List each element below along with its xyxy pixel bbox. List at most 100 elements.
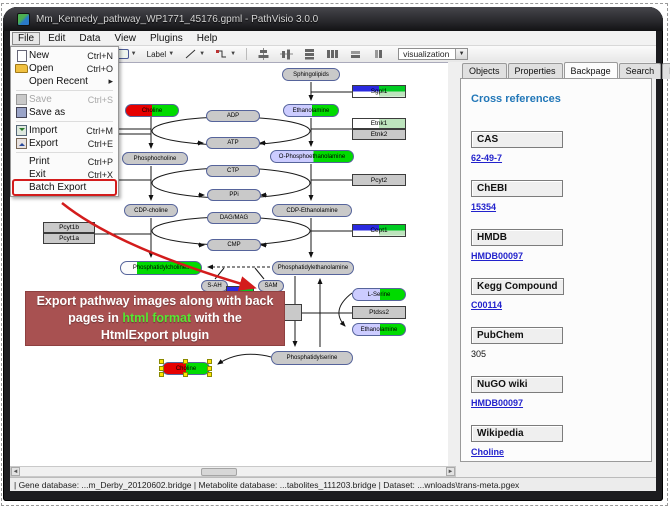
menu-item-import[interactable]: ImportCtrl+M — [12, 124, 117, 137]
xref-header-hmdb: HMDB — [471, 229, 563, 246]
gene-box-etnk2[interactable]: Etnk2 — [352, 129, 406, 140]
menu-item-new[interactable]: NewCtrl+N — [12, 49, 117, 62]
connector-tool-button[interactable]: ▼ — [212, 46, 239, 62]
selection-handle[interactable] — [159, 366, 164, 371]
selection-handle[interactable] — [159, 359, 164, 364]
xref-link[interactable]: HMDB00097 — [471, 398, 643, 408]
menu-item-shortcut: Ctrl+O — [87, 64, 113, 74]
xref-link[interactable]: Choline — [471, 447, 643, 457]
metabolite-node-ethanolamine[interactable]: Ethanolamine — [283, 104, 339, 117]
stack-vertical-icon — [303, 48, 316, 60]
gene-box-pcyt2[interactable]: Pcyt2 — [352, 174, 406, 186]
menubar-item-file[interactable]: File — [12, 32, 40, 45]
cross-references-heading: Cross references — [471, 93, 643, 105]
stack-horizontal-button[interactable] — [323, 46, 342, 62]
selection-handle[interactable] — [183, 372, 188, 377]
selection-handle[interactable] — [159, 372, 164, 377]
menu-icon-empty — [14, 182, 29, 193]
metabolite-node-phosphatidylserine[interactable]: Phosphatidylserine — [271, 351, 353, 365]
menu-item-label: Print — [29, 156, 88, 167]
selection-handle[interactable] — [207, 372, 212, 377]
menu-item-open[interactable]: OpenCtrl+O — [12, 62, 117, 75]
export-icon — [14, 138, 29, 149]
metabolite-node-atp[interactable]: ATP — [206, 137, 260, 149]
menubar-item-data[interactable]: Data — [73, 32, 106, 45]
menubar-item-view[interactable]: View — [108, 32, 142, 45]
xref-link[interactable]: HMDB00097 — [471, 251, 643, 261]
chevron-down-icon[interactable]: ▼ — [131, 51, 137, 57]
chevron-down-icon[interactable]: ▼ — [199, 51, 205, 57]
menu-item-label: Import — [29, 125, 86, 136]
metabolite-node-choline[interactable]: Choline — [125, 104, 179, 117]
tab-properties[interactable]: Properties — [508, 63, 563, 79]
tab-backpage[interactable]: Backpage — [564, 62, 618, 78]
common-width-button[interactable] — [346, 46, 365, 62]
metabolite-node-ctp[interactable]: CTP — [206, 165, 260, 177]
tab-objects[interactable]: Objects — [462, 63, 507, 79]
selection-handle[interactable] — [207, 359, 212, 364]
title-bar[interactable]: Mm_Kennedy_pathway_WP1771_45176.gpml - P… — [3, 7, 663, 31]
common-height-button[interactable] — [369, 46, 388, 62]
gene-box[interactable] — [282, 304, 302, 321]
label-tool-button[interactable]: Label ▼ — [144, 48, 178, 61]
menu-item-open-recent[interactable]: Open Recent▸ — [12, 75, 117, 88]
metabolite-node-phosphatidylethanolamine[interactable]: Phosphatidylethanolamine — [272, 261, 354, 275]
metabolite-node-cmp[interactable]: CMP — [207, 239, 261, 251]
metabolite-node-adp[interactable]: ADP — [206, 110, 260, 122]
app-icon — [17, 13, 30, 26]
common-width-icon — [349, 48, 362, 60]
chevron-down-icon[interactable]: ▼ — [455, 49, 467, 59]
xref-link[interactable]: 62-49-7 — [471, 153, 643, 163]
align-middle-button[interactable] — [277, 46, 296, 62]
gene-box-etnk1[interactable]: Etnk1 — [352, 118, 406, 129]
metabolite-node-dag-mag[interactable]: DAG/MAG — [207, 212, 261, 224]
gene-box-cept1[interactable]: Cept1 — [352, 224, 406, 237]
metabolite-node-phosphocholine[interactable]: Phosphocholine — [122, 152, 188, 165]
visualization-combobox[interactable]: visualization ▼ — [398, 48, 468, 60]
horizontal-scroll-thumb[interactable] — [201, 468, 237, 476]
metabolite-node-o-phosphoethanolamine[interactable]: O-Phosphoethanolamine — [270, 150, 354, 163]
chevron-down-icon[interactable]: ▼ — [230, 51, 236, 57]
menu-item-save[interactable]: SaveCtrl+S — [12, 93, 117, 106]
menubar-item-edit[interactable]: Edit — [42, 32, 71, 45]
stack-vertical-button[interactable] — [300, 46, 319, 62]
tab-legend[interactable]: Legend — [662, 63, 670, 79]
toolbar-separator — [246, 48, 247, 60]
menu-item-export[interactable]: ExportCtrl+E — [12, 137, 117, 150]
metabolite-node-ppi[interactable]: PPi — [207, 189, 261, 201]
selection-handle[interactable] — [207, 366, 212, 371]
metabolite-node-phosphatidylcholines[interactable]: Phosphatidylcholines — [120, 261, 202, 275]
menubar-item-plugins[interactable]: Plugins — [144, 32, 189, 45]
xref-link[interactable]: C00114 — [471, 300, 643, 310]
metabolite-node-cdp-choline[interactable]: CDP-choline — [124, 204, 178, 217]
menu-item-shortcut: Ctrl+E — [88, 139, 113, 149]
selection-handle[interactable] — [183, 359, 188, 364]
chevron-down-icon[interactable]: ▼ — [168, 51, 174, 57]
menu-item-batch-export[interactable]: Batch Export — [12, 181, 117, 194]
menubar-item-help[interactable]: Help — [191, 32, 224, 45]
metabolite-node-ethanolamine[interactable]: Ethanolamine — [352, 323, 406, 336]
menu-item-label: Save — [29, 94, 88, 105]
xref-link[interactable]: 15354 — [471, 202, 643, 212]
line-tool-button[interactable]: ▼ — [181, 46, 208, 62]
horizontal-scrollbar[interactable]: ◄ ► — [10, 466, 456, 477]
metabolite-node-sphingolipids[interactable]: Sphingolipids — [282, 68, 340, 81]
menu-item-save-as[interactable]: Save as — [12, 106, 117, 119]
gene-box-ptdss2[interactable]: Ptdss2 — [352, 306, 406, 319]
gene-box-sgpl1[interactable]: Sgpl1 — [352, 85, 406, 98]
gene-box-pcyt1b[interactable]: Pcyt1b — [43, 222, 95, 233]
metabolite-node-cdp-ethanolamine[interactable]: CDP-Ethanolamine — [272, 204, 352, 217]
gene-box-pcyt1a[interactable]: Pcyt1a — [43, 233, 95, 244]
annotation-callout: Export pathway images along with back pa… — [25, 291, 285, 346]
scroll-right-icon[interactable]: ► — [446, 467, 455, 476]
save-icon — [14, 94, 29, 105]
scroll-left-icon[interactable]: ◄ — [11, 467, 20, 476]
backpage-panel[interactable]: Cross references CAS62-49-7ChEBI15354HMD… — [460, 78, 652, 462]
align-center-button[interactable] — [254, 46, 273, 62]
tab-search[interactable]: Search — [619, 63, 662, 79]
metabolite-node-l-serine[interactable]: L-Serine — [352, 288, 406, 301]
pathvisio-window: Mm_Kennedy_pathway_WP1771_45176.gpml - P… — [0, 0, 670, 509]
visualization-value: visualization — [403, 49, 449, 59]
menu-item-label: Save as — [29, 107, 113, 118]
menu-item-print[interactable]: PrintCtrl+P — [12, 155, 117, 168]
